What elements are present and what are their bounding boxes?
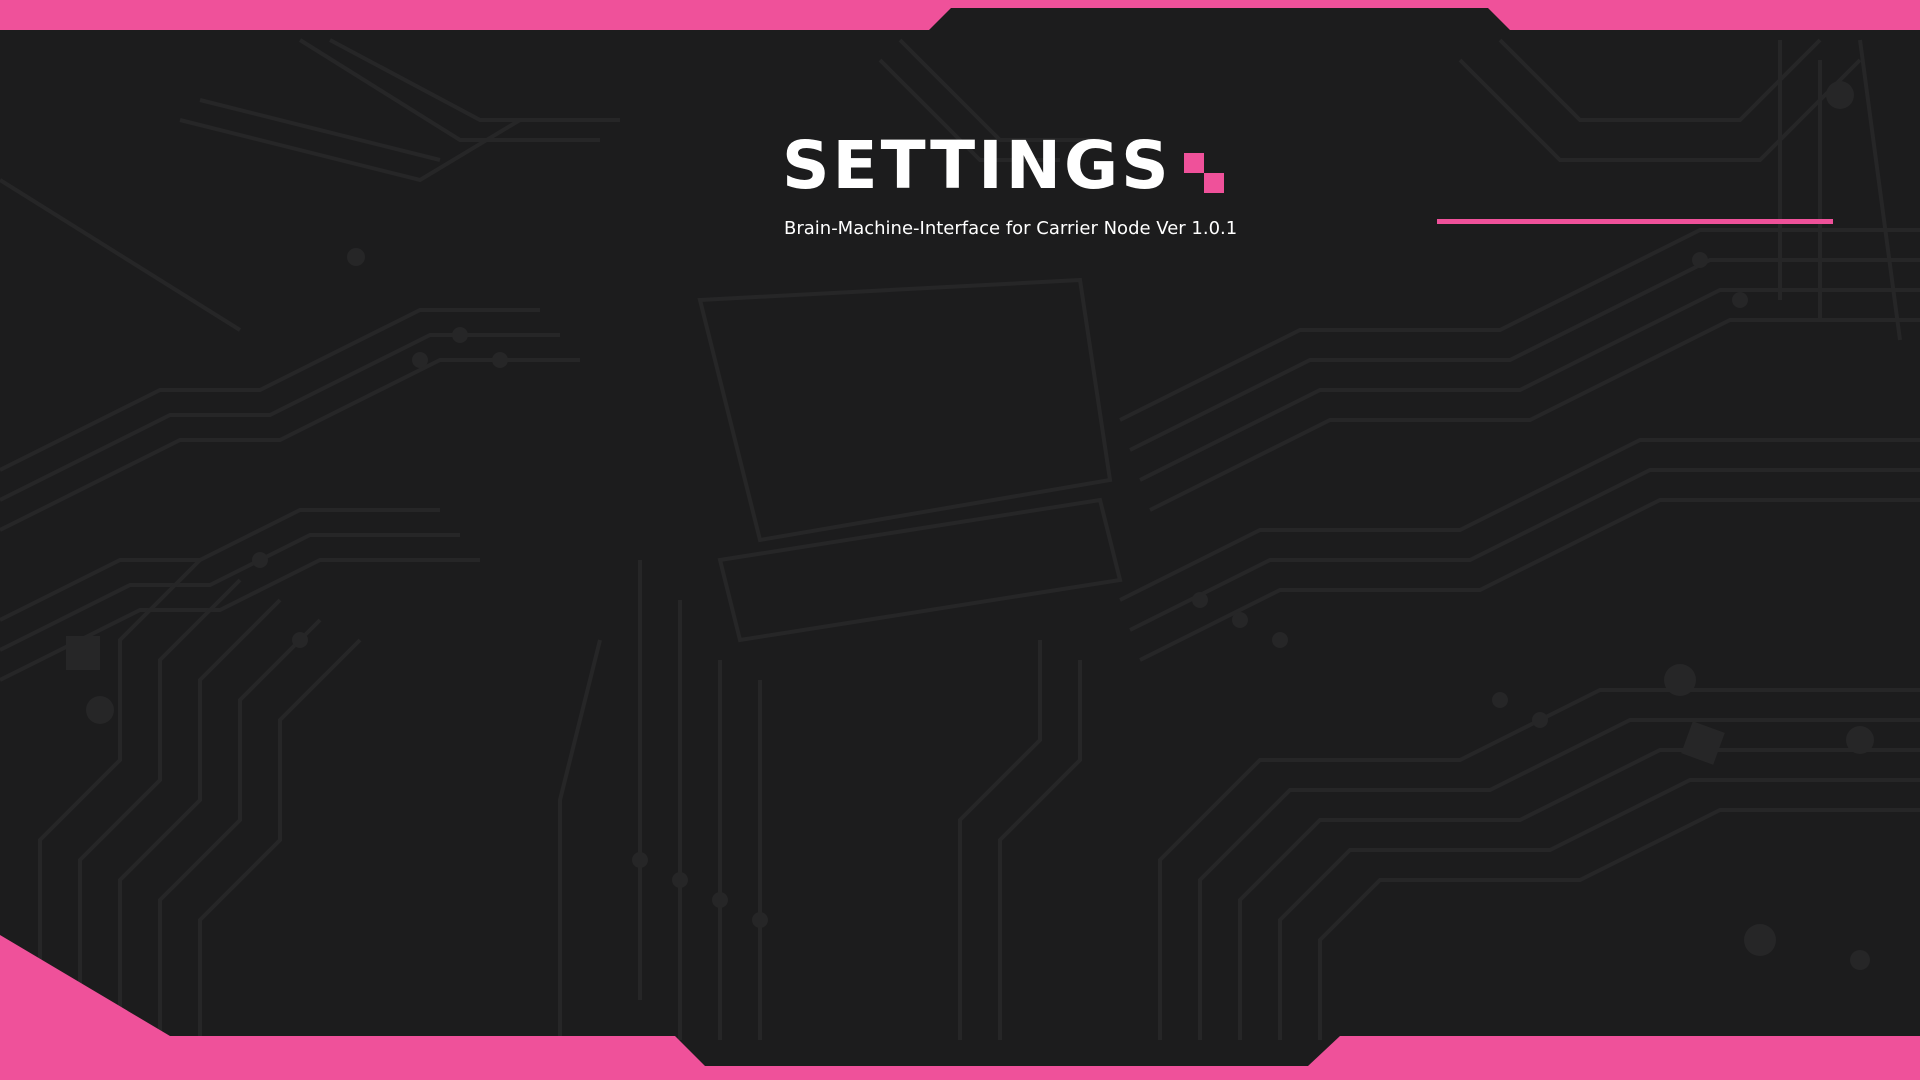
top-frame-bar [0, 0, 1920, 30]
page-subtitle: Brain-Machine-Interface for Carrier Node… [784, 218, 1238, 239]
page-title: SETTINGS [782, 127, 1172, 204]
title-block: SETTINGS Brain-Machine-Interface for Car… [782, 128, 1238, 240]
settings-screen: SETTINGS Brain-Machine-Interface for Car… [0, 0, 1920, 1080]
bottom-frame-bar [0, 935, 1920, 1080]
header-accent-line [1437, 219, 1833, 224]
pixel-squares-icon [1183, 153, 1224, 193]
pixel-square [1203, 173, 1224, 193]
title-row: SETTINGS [782, 128, 1237, 204]
pixel-square [1183, 153, 1204, 173]
